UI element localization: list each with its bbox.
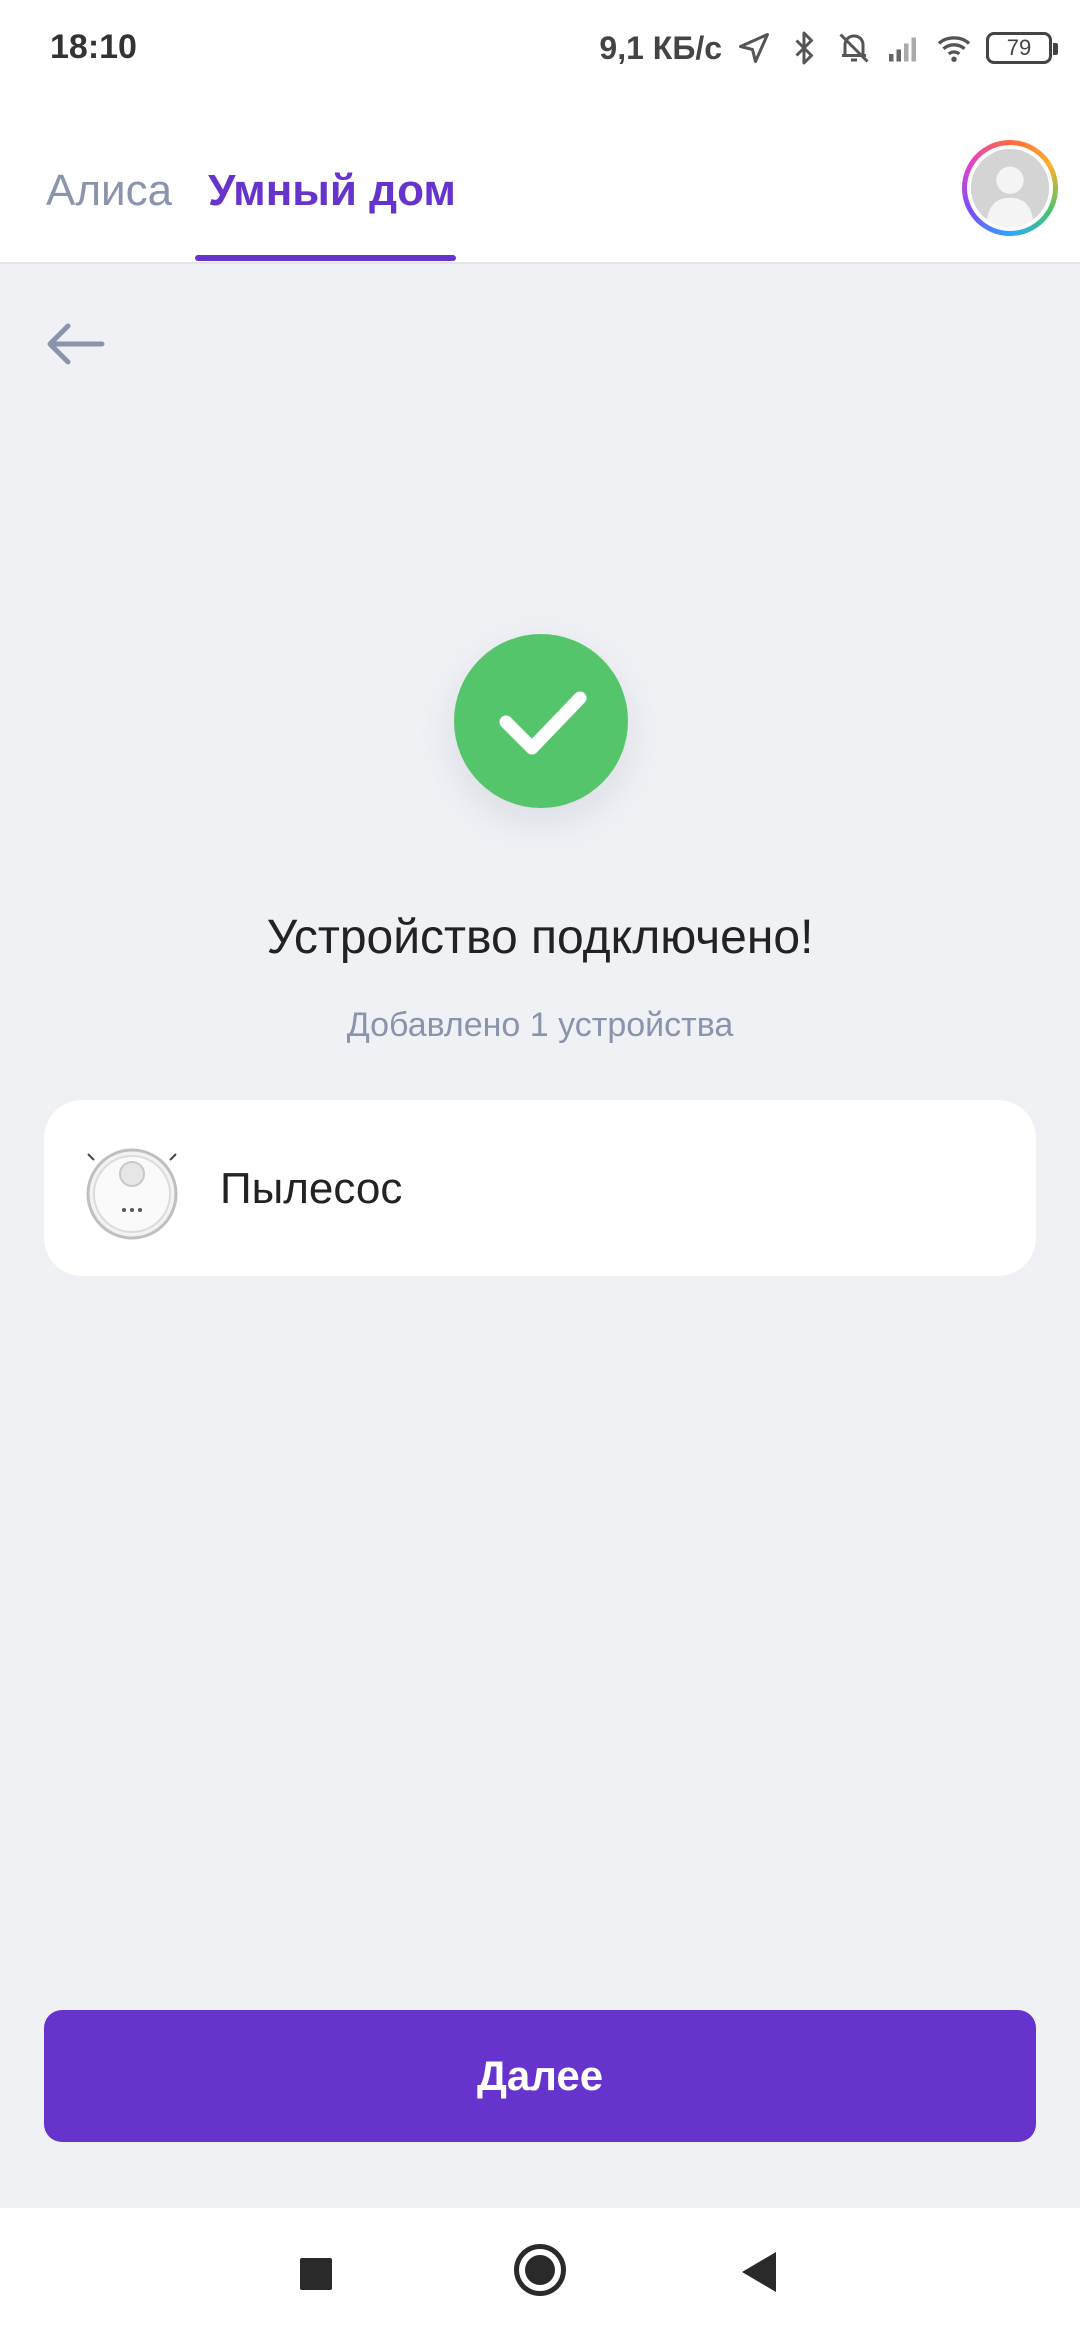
success-badge [454, 634, 628, 808]
tab-alisa[interactable]: Алиса [46, 166, 172, 216]
signal-icon [889, 37, 916, 62]
avatar[interactable] [962, 140, 1058, 236]
active-tab-indicator [195, 255, 456, 261]
network-speed: 9,1 КБ/с [599, 29, 722, 66]
system-nav-bar [0, 2208, 1080, 2340]
success-title: Устройство подключено! [266, 911, 814, 964]
back-arrow-icon[interactable] [40, 312, 112, 376]
user-silhouette-icon [971, 149, 1049, 227]
recents-button[interactable] [300, 2258, 332, 2290]
checkmark-icon [499, 691, 587, 755]
robot-vacuum-icon [86, 1148, 178, 1240]
success-subtitle: Добавлено 1 устройства [346, 1006, 734, 1044]
system-back-button[interactable] [742, 2252, 776, 2292]
battery-icon: 79 [986, 32, 1058, 64]
home-button[interactable] [514, 2244, 566, 2296]
status-icons: 9,1 КБ/с 79 [599, 26, 1058, 70]
mute-icon [839, 33, 869, 63]
bluetooth-icon [795, 31, 813, 65]
battery-level: 79 [1006, 35, 1032, 60]
device-card[interactable]: Пылесос [44, 1100, 1036, 1276]
app-header: Алиса Умный дом [0, 96, 1080, 264]
location-icon [739, 33, 769, 63]
device-name: Пылесос [220, 1164, 403, 1213]
wifi-icon [937, 36, 971, 62]
next-button[interactable]: Далее [44, 2010, 1036, 2142]
status-bar: 18:10 9,1 КБ/с 79 [0, 0, 1080, 96]
status-time: 18:10 [50, 28, 137, 66]
tab-smart-home[interactable]: Умный дом [208, 166, 456, 216]
